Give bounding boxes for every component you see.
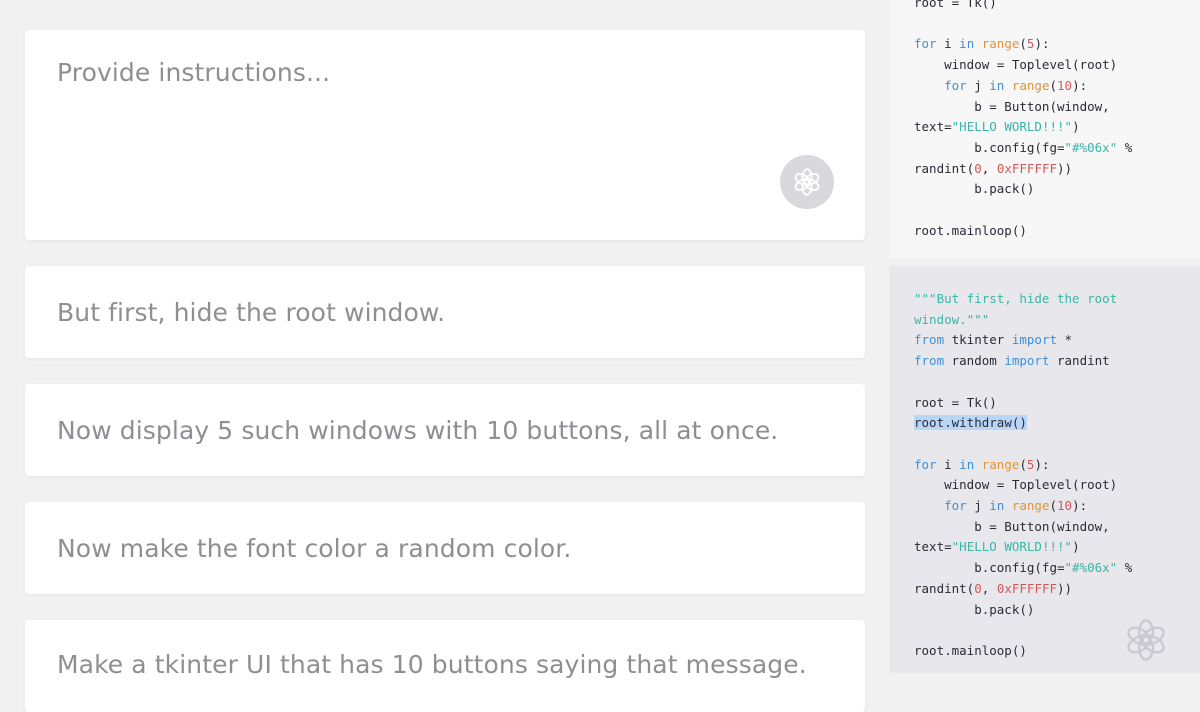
- instruction-card[interactable]: Make a tkinter UI that has 10 buttons sa…: [25, 620, 865, 712]
- selected-code[interactable]: root.withdraw(): [914, 415, 1027, 431]
- instruction-text: Make a tkinter UI that has 10 buttons sa…: [57, 650, 807, 679]
- prompt-placeholder: Provide instructions...: [57, 58, 331, 87]
- instruction-card[interactable]: But first, hide the root window.: [25, 266, 865, 358]
- code-block: root = Tk() for i in range(5): window = …: [914, 0, 1133, 238]
- openai-logo-icon: [1118, 612, 1174, 668]
- instruction-text: Now make the font color a random color.: [57, 533, 572, 563]
- instruction-card[interactable]: Now make the font color a random color.: [25, 502, 865, 594]
- instruction-text: But first, hide the root window.: [57, 297, 446, 327]
- openai-logo-icon[interactable]: [780, 155, 834, 209]
- prompt-input-card[interactable]: Provide instructions...: [25, 30, 865, 240]
- code-output-panel: root = Tk() for i in range(5): window = …: [890, 0, 1200, 258]
- instruction-card[interactable]: Now display 5 such windows with 10 butto…: [25, 384, 865, 476]
- code-output-panel-active: """But first, hide the root window.""" f…: [890, 266, 1200, 673]
- instruction-text: Now display 5 such windows with 10 butto…: [57, 415, 779, 445]
- code-block[interactable]: """But first, hide the root window.""" f…: [914, 289, 1132, 662]
